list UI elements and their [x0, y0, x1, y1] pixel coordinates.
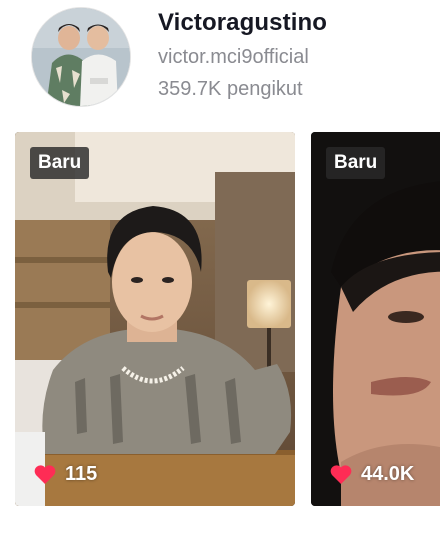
like-count: 44.0K	[329, 460, 414, 488]
follower-count: 359.7K pengikut	[158, 78, 303, 100]
new-badge: Baru	[326, 147, 386, 179]
heart-icon	[34, 465, 56, 484]
like-count-value: 44.0K	[361, 462, 415, 485]
like-count-value: 115	[65, 462, 98, 485]
new-badge: Baru	[30, 147, 90, 179]
video-card[interactable]: Baru 44.0K	[311, 132, 440, 506]
profile-header[interactable]: Victoragustino victor.mci9official 359.7…	[0, 0, 440, 120]
heart-icon	[330, 465, 352, 484]
display-name[interactable]: Victoragustino	[158, 9, 327, 37]
video-thumbnail	[311, 132, 440, 506]
like-count: 115	[33, 460, 97, 488]
profile-handle: victor.mci9official	[158, 46, 309, 68]
profile-avatar-icon[interactable]	[31, 7, 131, 107]
video-card[interactable]: Baru 115	[15, 132, 295, 506]
video-thumbnail	[15, 132, 295, 506]
